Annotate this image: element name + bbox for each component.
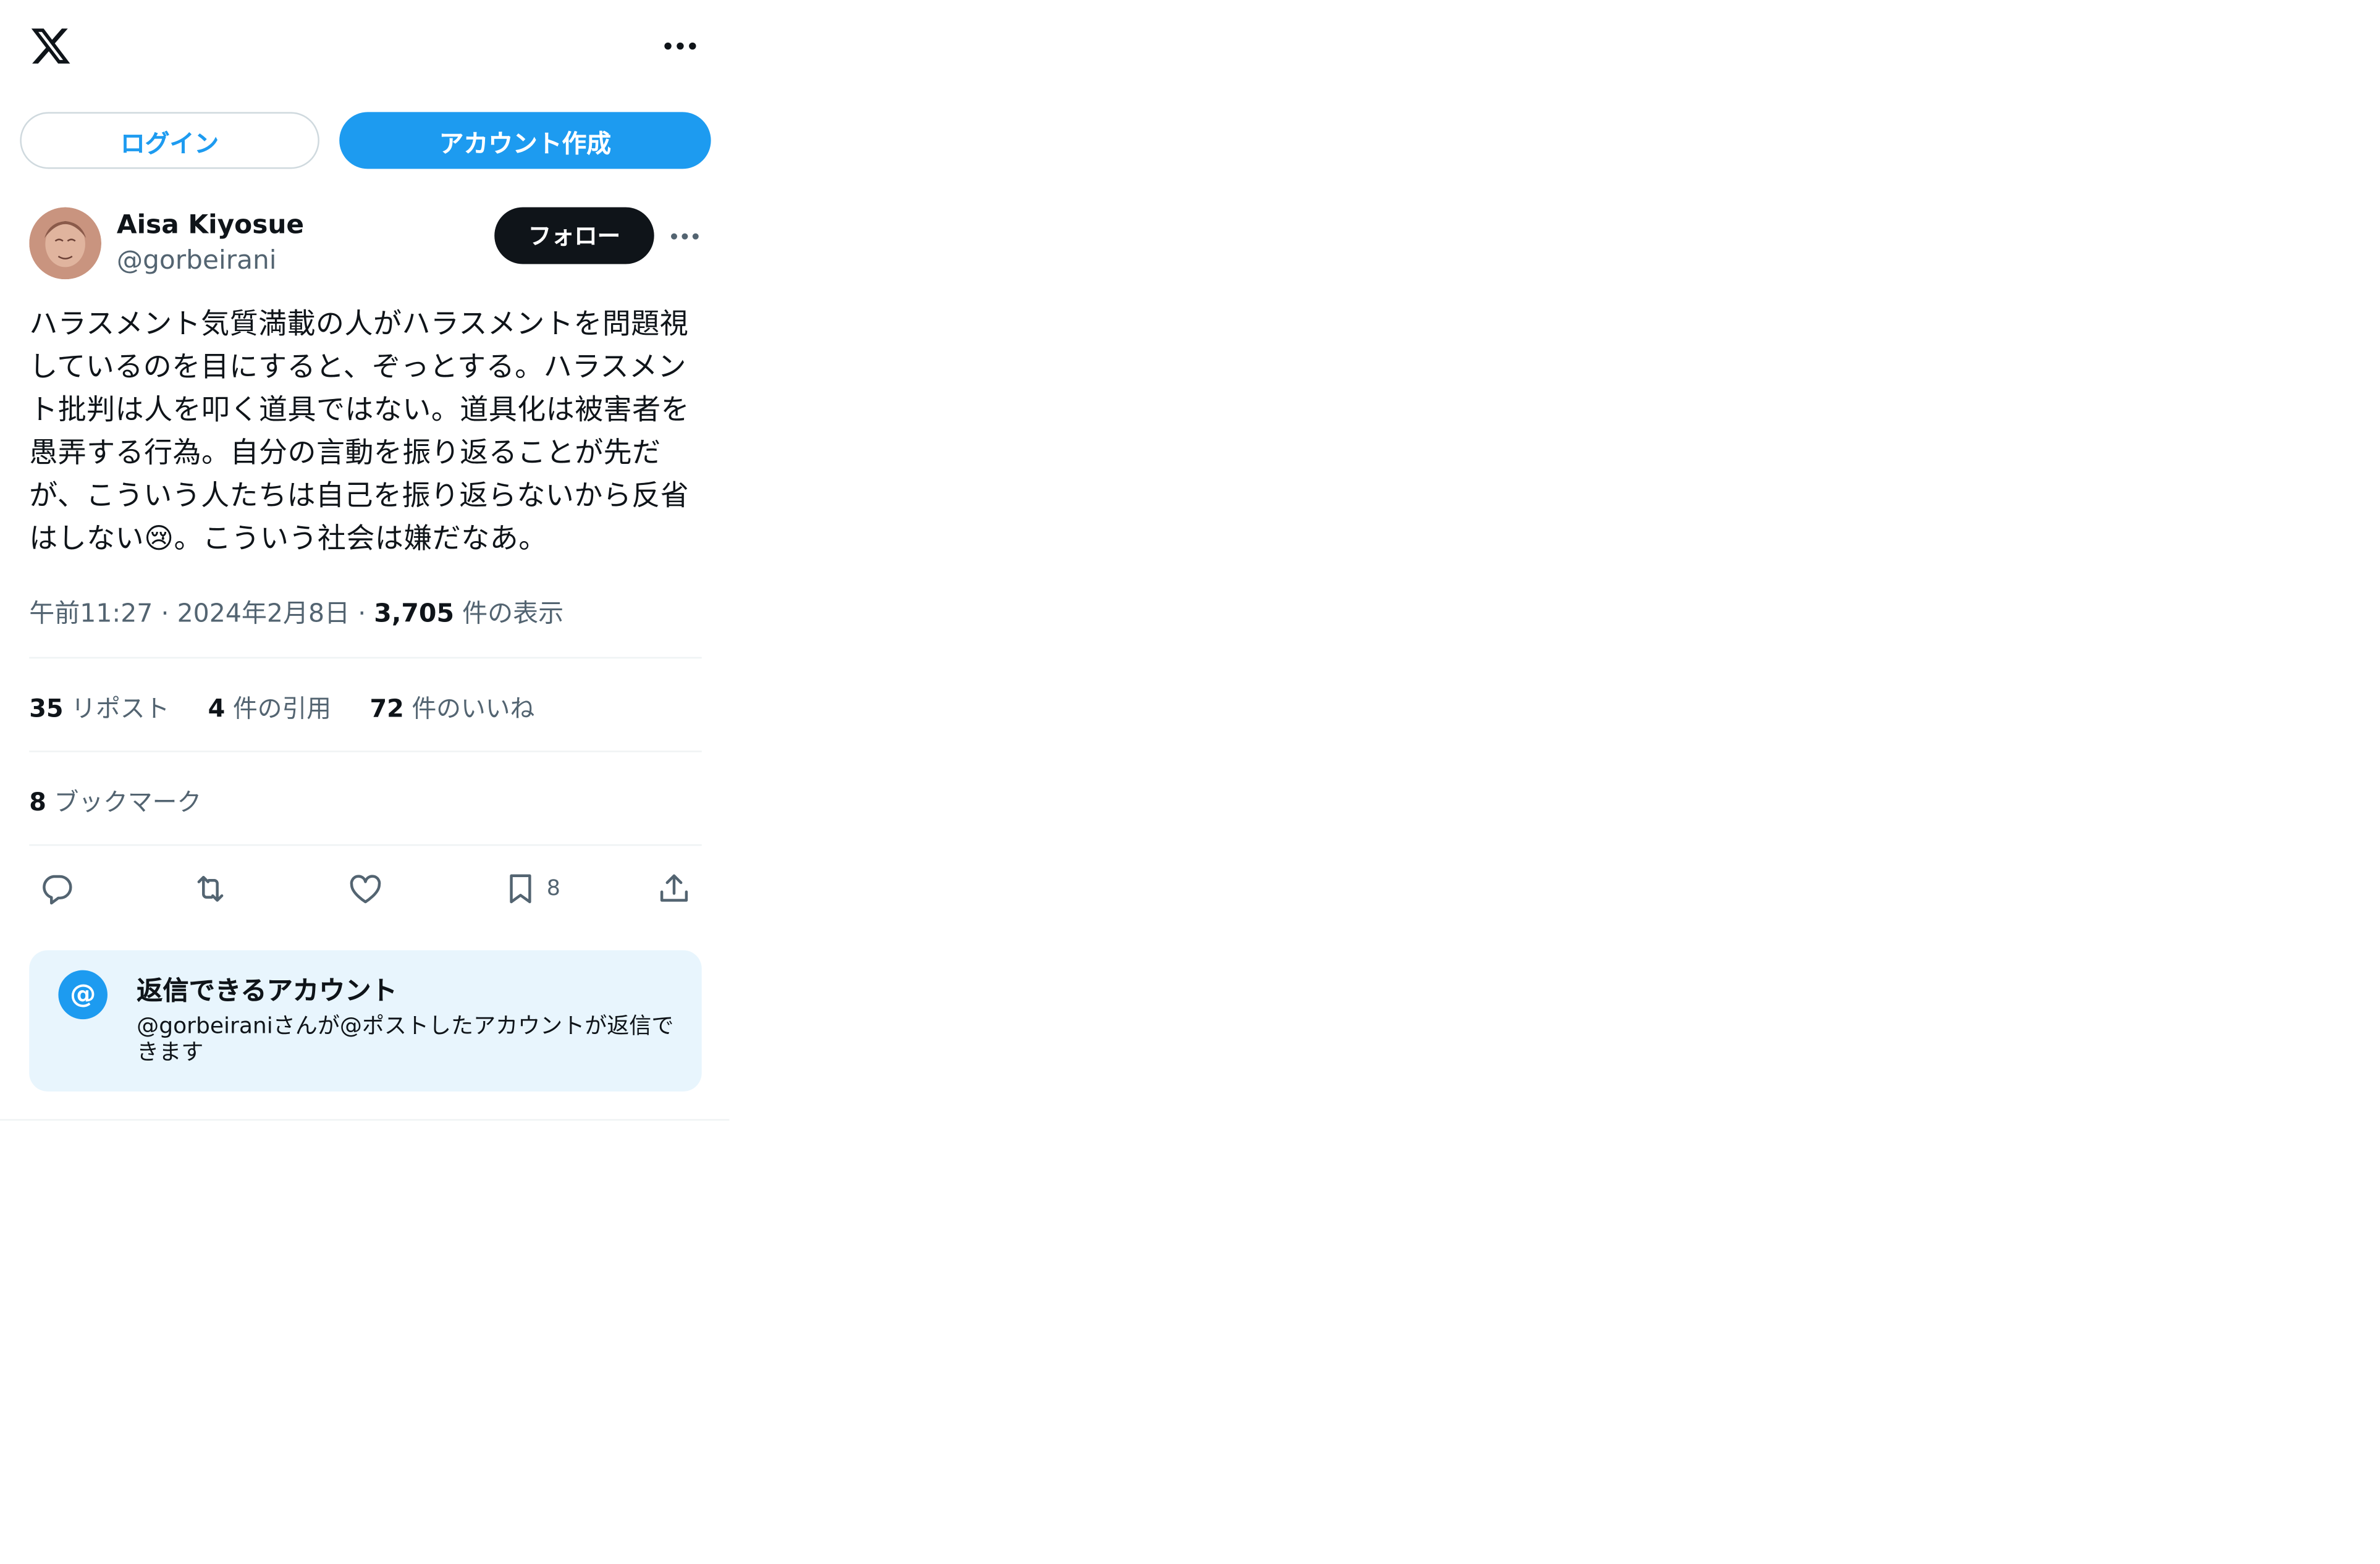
- bookmarks-stat: 8 ブックマーク: [29, 781, 201, 818]
- views-count: 3,705: [374, 599, 455, 628]
- likes-count: 72: [369, 694, 404, 723]
- reposts-count: 35: [29, 694, 64, 723]
- divider: [0, 1119, 730, 1121]
- reposts-label: リポスト: [71, 694, 170, 723]
- author-handle[interactable]: @gorbeirani: [117, 244, 277, 278]
- author-name[interactable]: Aisa Kiyosue: [117, 209, 304, 243]
- meta-separator: ·: [161, 599, 169, 628]
- reply-button[interactable]: [38, 869, 75, 909]
- login-button[interactable]: ログイン: [20, 112, 319, 169]
- x-logo-icon[interactable]: [29, 25, 72, 68]
- reply-restriction-description: @gorbeiraniさんが@ポストしたアカウントが返信できます: [137, 1014, 674, 1066]
- divider: [29, 657, 702, 659]
- follow-button[interactable]: フォロー: [494, 207, 654, 264]
- quotes-stat[interactable]: 4 件の引用: [208, 694, 331, 723]
- heart-icon: [350, 875, 381, 904]
- avatar[interactable]: [29, 207, 102, 280]
- meta-separator: ·: [358, 599, 366, 628]
- divider: [29, 750, 702, 752]
- reply-restriction-title: 返信できるアカウント: [137, 976, 397, 1007]
- quotes-count: 4: [208, 694, 226, 723]
- engagement-stats: 35 リポスト 4 件の引用 72 件のいいね: [29, 687, 565, 725]
- like-button[interactable]: [347, 869, 384, 909]
- likes-label: 件のいいね: [411, 694, 535, 723]
- quotes-label: 件の引用: [233, 694, 332, 723]
- tweet-time[interactable]: 午前11:27: [29, 599, 153, 628]
- reply-restriction-box: @ 返信できるアカウント @gorbeiraniさんが@ポストしたアカウントが返…: [29, 950, 702, 1091]
- bookmarks-count: 8: [29, 787, 46, 817]
- bookmark-button[interactable]: 8: [502, 869, 560, 909]
- bookmark-button-count: 8: [546, 877, 560, 901]
- repost-icon: [197, 876, 224, 902]
- bookmark-icon: [510, 874, 531, 904]
- tweet-date[interactable]: 2024年2月8日: [177, 599, 350, 628]
- avatar-image: [29, 207, 102, 280]
- tweet-text: ハラスメント気質満載の人がハラスメントを問題視しているのを目にすると、ぞっとする…: [29, 308, 690, 556]
- share-button[interactable]: [656, 869, 693, 909]
- likes-stat[interactable]: 72 件のいいね: [369, 694, 534, 723]
- reply-icon: [43, 875, 72, 905]
- at-sign-icon: @: [58, 970, 108, 1020]
- bookmarks-label: ブックマーク: [54, 787, 202, 817]
- page: ログイン アカウント作成 Aisa Kiyosue @gorbeirani フォ…: [0, 0, 2380, 1564]
- top-bar: [0, 0, 729, 92]
- create-account-button[interactable]: アカウント作成: [339, 112, 711, 169]
- divider: [29, 844, 702, 846]
- reposts-stat[interactable]: 35 リポスト: [29, 694, 169, 723]
- share-icon: [660, 874, 688, 902]
- more-options-icon[interactable]: [659, 31, 702, 62]
- repost-button[interactable]: [192, 869, 229, 909]
- views-label: 件の表示: [462, 599, 564, 628]
- tweet-meta: 午前11:27 · 2024年2月8日 · 3,705 件の表示: [29, 592, 563, 629]
- tweet-more-icon[interactable]: [668, 221, 702, 252]
- tweet-page: ログイン アカウント作成 Aisa Kiyosue @gorbeirani フォ…: [0, 0, 730, 1121]
